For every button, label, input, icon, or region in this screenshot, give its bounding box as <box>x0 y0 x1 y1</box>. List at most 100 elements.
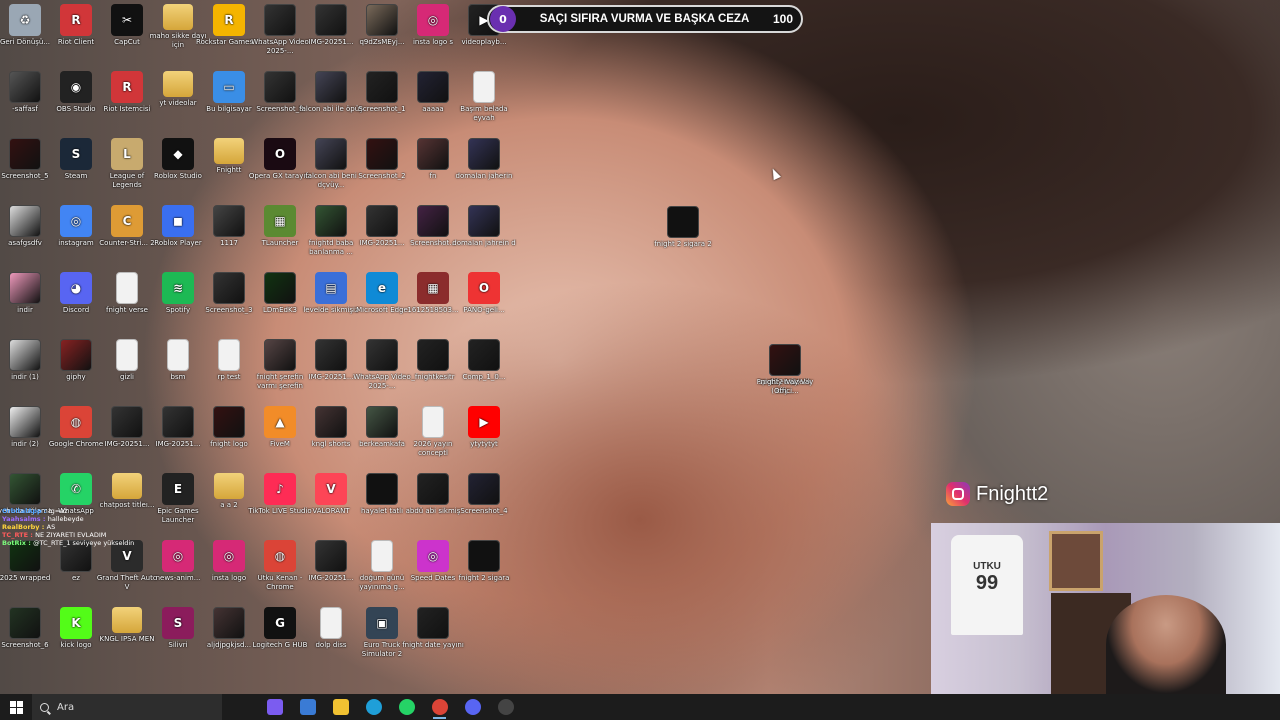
discord-icon <box>464 699 481 715</box>
chat-message: Yaahsalms : hallebeyde <box>2 515 152 523</box>
search-icon <box>40 702 49 712</box>
desktop-icon-image: ▦ <box>417 272 449 304</box>
desktop-icon-image <box>417 71 449 103</box>
chat-message: BotRix : @TC_RTE_1 seviyeye yükseldin <box>2 539 152 547</box>
chat-text: NE ZIYARETI EVLADIM <box>35 531 107 539</box>
desktop-icon-image: ▦ <box>264 205 296 237</box>
desktop-icon[interactable]: O PANO-geli... <box>451 268 517 315</box>
desktop-icon-image: e <box>366 272 398 304</box>
desktop-icon-image <box>264 71 296 103</box>
desktop-icon-image: ◍ <box>60 406 92 438</box>
start-button[interactable] <box>0 694 32 720</box>
desktop-icon[interactable]: domalan jaherin <box>451 134 517 181</box>
desktop-icon-image <box>9 205 41 237</box>
desktop-icon-image <box>214 138 244 164</box>
desktop-icon-image: ◎ <box>213 540 245 572</box>
desktop-icon-image <box>315 406 347 438</box>
desktop-icon-image: ▤ <box>315 272 347 304</box>
desktop-icon-image <box>264 4 296 36</box>
desktop-icon-image: S <box>162 607 194 639</box>
desktop-icon-image: ◼ <box>162 205 194 237</box>
chat-message: TC_RTE : NE ZIYARETI EVLADIM <box>2 531 152 539</box>
instagram-icon <box>946 482 970 506</box>
desktop-icon[interactable]: fnight 2 sigara 2 <box>650 202 716 249</box>
whatsapp-icon <box>398 699 415 715</box>
desktop-icon-image <box>315 138 347 170</box>
taskbar-discord-button[interactable] <box>456 694 489 720</box>
chat-username: OrbitalApp : <box>2 507 49 515</box>
desktop-icon-label: videoplayb... <box>461 38 507 46</box>
desktop-icon-image <box>417 138 449 170</box>
file-explorer-icon <box>332 699 349 715</box>
goal-count: 0 <box>490 6 516 32</box>
desktop-icon[interactable]: ▶ ytytytyt <box>451 402 517 449</box>
desktop-icon-image: ✆ <box>60 473 92 505</box>
desktop-icon-image <box>417 607 449 639</box>
goal-max: 100 <box>772 12 793 26</box>
desktop-icon-image <box>9 272 41 304</box>
taskbar-copilot-button[interactable] <box>258 694 291 720</box>
edge-icon <box>365 699 382 715</box>
desktop-icon-image <box>315 339 347 371</box>
desktop-icon-image <box>315 540 347 572</box>
desktop-icon-image: ▣ <box>366 607 398 639</box>
desktop-icon-image: ♻ <box>9 4 41 36</box>
desktop-icon[interactable]: Comp_1_0... <box>451 335 517 382</box>
desktop-icon-image: G <box>264 607 296 639</box>
desktop-icon-image: ◎ <box>162 540 194 572</box>
desktop-icon-image: ◎ <box>417 4 449 36</box>
desktop-icon[interactable]: Screenshot_4 <box>451 469 517 516</box>
desktop-icon-image <box>417 473 449 505</box>
desktop-icon-label: Fnight - Vay Vay (Offici... <box>756 378 814 395</box>
instagram-overlay: Fnightt2 <box>946 482 1048 506</box>
desktop-icon-image <box>9 406 41 438</box>
desktop-icon[interactable]: Fnight - Vay Vay (Offici... <box>752 340 818 396</box>
taskbar-file-explorer-button[interactable] <box>324 694 357 720</box>
chat-username: Yaahsalms : <box>2 515 48 523</box>
desktop-icon-image <box>163 4 193 30</box>
desktop-icon-image <box>264 272 296 304</box>
chat-username: BotRix : <box>2 539 34 547</box>
taskbar-edge-button[interactable] <box>357 694 390 720</box>
desktop-icon-image <box>366 339 398 371</box>
store-icon <box>299 699 316 715</box>
desktop-icon-image <box>366 205 398 237</box>
taskbar-chrome-button[interactable] <box>423 694 456 720</box>
taskbar-search[interactable]: Ara <box>32 694 222 720</box>
desktop-icon-image: ◆ <box>162 138 194 170</box>
chat-username: RealBorby : <box>2 523 47 531</box>
chrome-icon <box>431 699 448 715</box>
desktop-icon-image: C <box>111 205 143 237</box>
taskbar-store-button[interactable] <box>291 694 324 720</box>
desktop-icon[interactable]: domalan jahrein d <box>451 201 517 248</box>
taskbar-obs-button[interactable] <box>489 694 522 720</box>
desktop-icon-image <box>162 406 194 438</box>
desktop-icon[interactable]: Başım belada eyvah <box>451 67 517 123</box>
desktop-icon-image: ▭ <box>213 71 245 103</box>
desktop-icon-image <box>366 473 398 505</box>
desktop-icon[interactable]: fnight 2 sigara <box>451 536 517 583</box>
webcam-overlay: UTKU 99 <box>931 523 1280 694</box>
desktop-icon-image <box>60 339 92 371</box>
desktop-icon-image <box>422 406 444 438</box>
chat-text: @TC_RTE_1 seviyeye yükseldin <box>33 539 135 547</box>
taskbar-whatsapp-button[interactable] <box>390 694 423 720</box>
desktop-icon-image: ◍ <box>264 540 296 572</box>
desktop-icon-image: ◉ <box>60 71 92 103</box>
desktop-icon-image: L <box>111 138 143 170</box>
jersey-name: UTKU <box>973 561 1001 572</box>
desktop-icon-image <box>116 339 138 371</box>
desktop-icon-image <box>264 339 296 371</box>
desktop-icon-image <box>468 138 500 170</box>
photo-frame <box>1049 531 1103 591</box>
desktop-icon[interactable]: fnight date yayını <box>400 603 466 650</box>
desktop-icon-label: ytytytyt <box>470 440 498 448</box>
desktop-icon-image <box>163 71 193 97</box>
desktop-icon-image <box>213 607 245 639</box>
streamer <box>1106 595 1226 694</box>
chat-overlay: OrbitalApp : ig=ez Yaahsalms : hallebeyde… <box>2 507 152 547</box>
desktop-icon-image <box>366 406 398 438</box>
jersey-number: 99 <box>975 572 999 594</box>
desktop-icon-image <box>214 473 244 499</box>
desktop-icon-image <box>371 540 393 572</box>
